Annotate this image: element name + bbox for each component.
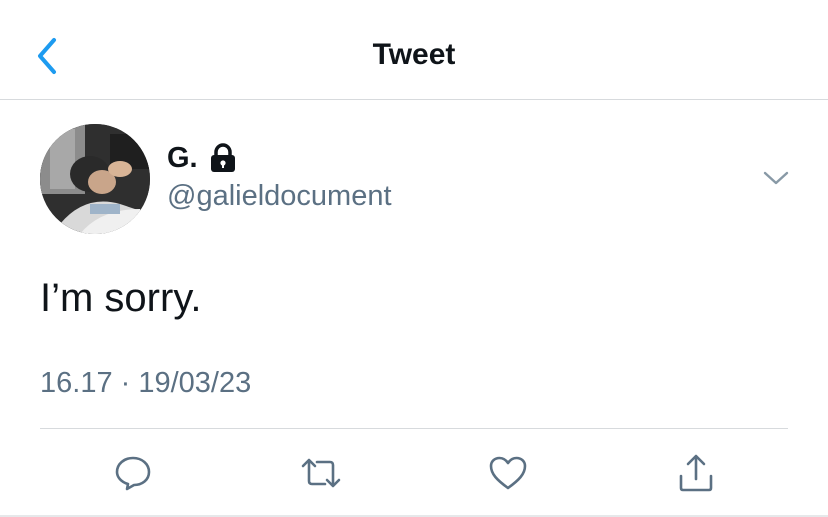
heart-icon: [489, 456, 527, 490]
reply-button[interactable]: [106, 446, 160, 500]
page-title: Tweet: [372, 38, 456, 71]
share-button[interactable]: [669, 446, 723, 500]
avatar-photo: [40, 124, 150, 234]
avatar[interactable]: [40, 124, 150, 234]
author-name-row: G.: [167, 140, 238, 176]
tweet-timestamp[interactable]: 16.17 · 19/03/23: [40, 367, 251, 400]
like-button[interactable]: [481, 446, 535, 500]
retweet-icon: [301, 458, 341, 488]
lock-icon: [210, 143, 235, 172]
top-bar: Tweet: [0, 0, 828, 100]
retweet-button[interactable]: [294, 446, 348, 500]
author-handle[interactable]: @galieldocument: [167, 180, 392, 213]
display-name[interactable]: G.: [167, 142, 198, 175]
more-options-button[interactable]: [760, 164, 792, 192]
share-icon: [679, 454, 713, 492]
chevron-down-icon: [763, 171, 789, 185]
divider: [40, 428, 788, 429]
speech-bubble-icon: [115, 456, 151, 491]
tweet-text: I’m sorry.: [40, 276, 202, 320]
action-bar: [0, 446, 828, 500]
